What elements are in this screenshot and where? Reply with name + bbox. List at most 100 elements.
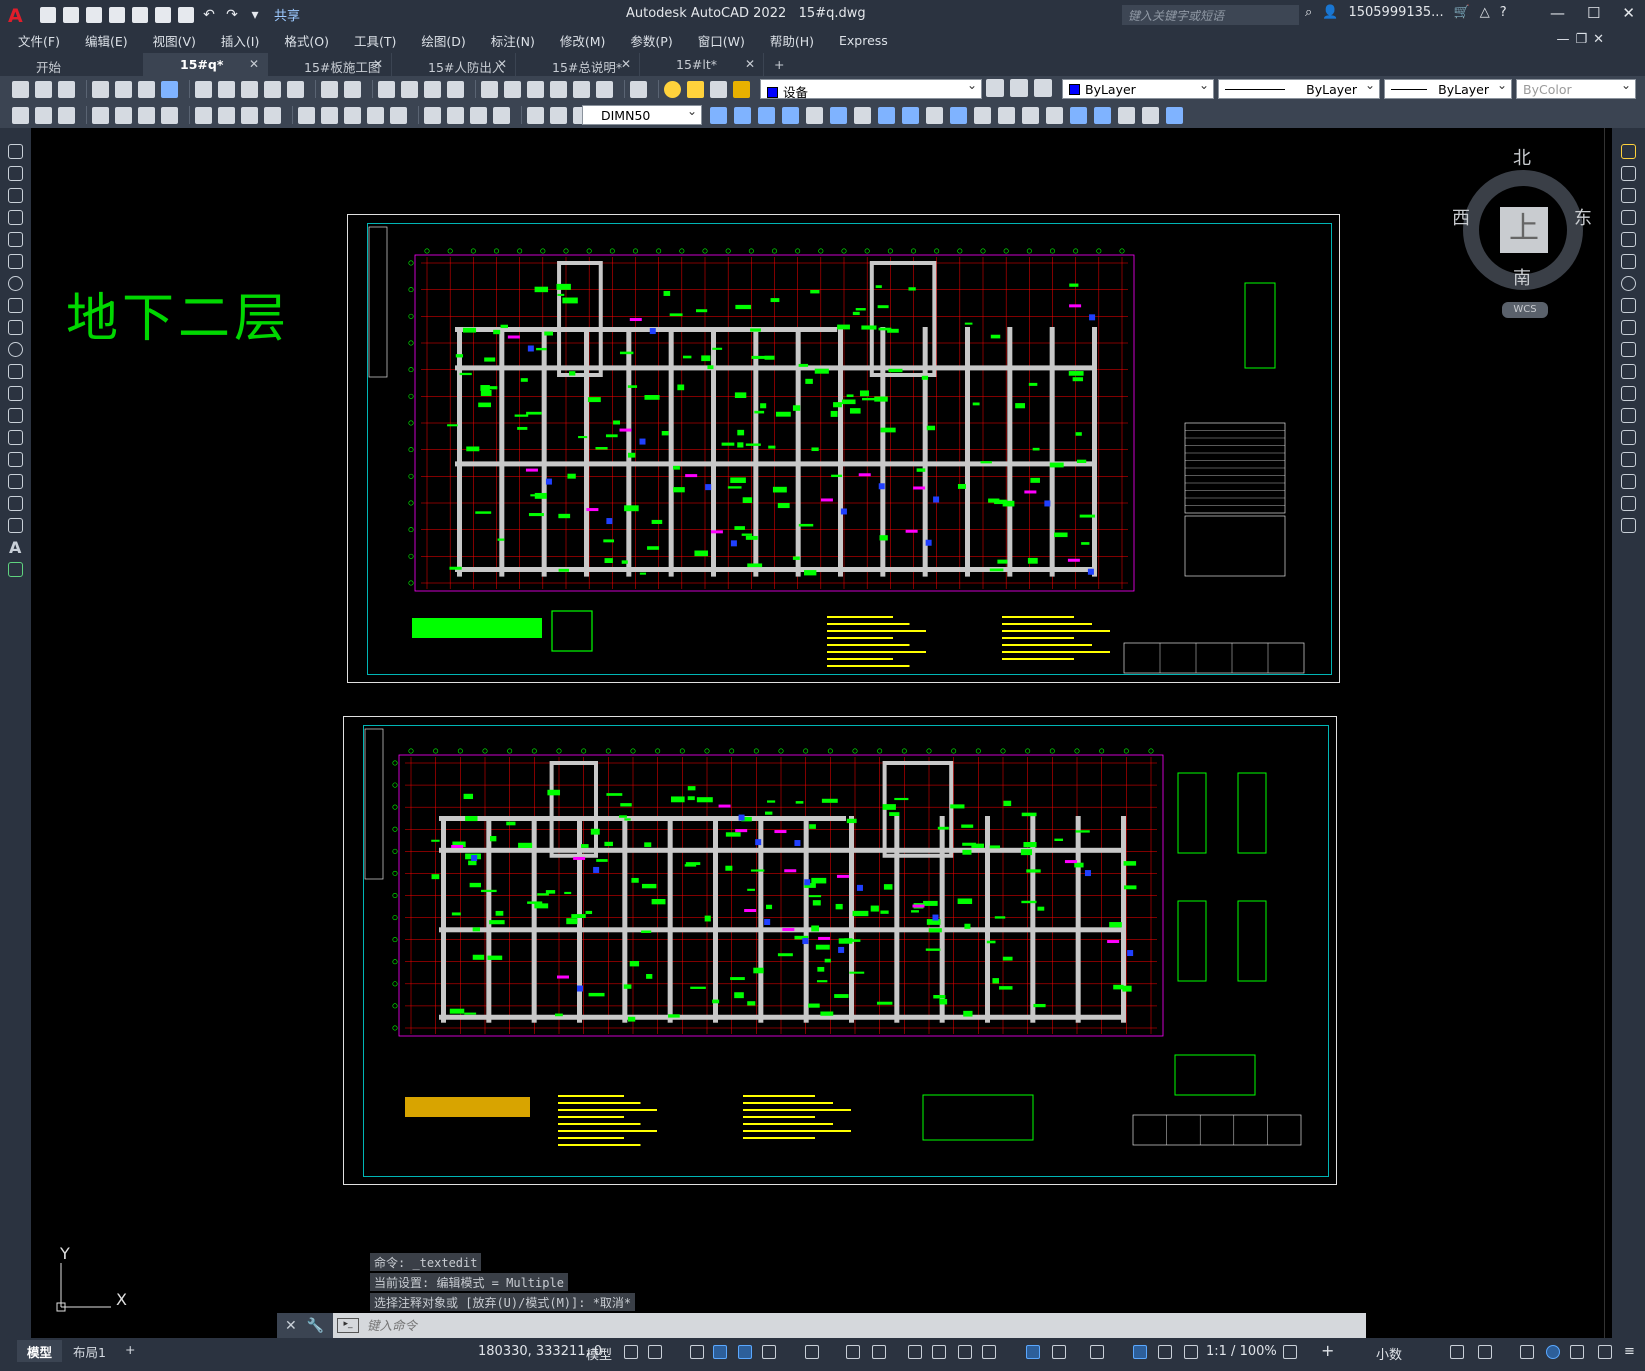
gizmo-icon[interactable] bbox=[1090, 1345, 1104, 1359]
sheet-set-icon[interactable] bbox=[550, 80, 567, 98]
move-icon[interactable] bbox=[1621, 254, 1636, 269]
scale-icon[interactable] bbox=[1621, 298, 1636, 313]
menu-parametric[interactable]: 参数(P) bbox=[630, 31, 672, 50]
array-icon[interactable] bbox=[1621, 232, 1636, 247]
dimension-text-edit-icon[interactable] bbox=[550, 106, 567, 124]
drawing-canvas[interactable]: 地下二层 上 北 南 东 西 WCS 命令: _textedit 当前设置: 编… bbox=[31, 128, 1604, 1338]
undo-icon[interactable]: ↶ bbox=[201, 7, 217, 23]
radius-dimension-icon[interactable] bbox=[195, 106, 212, 124]
explode-icon[interactable] bbox=[1621, 518, 1636, 533]
publish-icon[interactable] bbox=[138, 80, 155, 98]
inspection-icon[interactable] bbox=[470, 106, 487, 124]
tool-palettes-icon[interactable] bbox=[527, 80, 544, 98]
markup-icon[interactable] bbox=[573, 80, 590, 98]
break-icon[interactable] bbox=[1621, 408, 1636, 423]
close-tab-icon[interactable]: ✕ bbox=[621, 57, 631, 71]
new-icon[interactable] bbox=[12, 80, 29, 98]
polygon-icon[interactable] bbox=[8, 210, 23, 225]
customization-icon[interactable] bbox=[1598, 1345, 1612, 1359]
tab-15q[interactable]: 15#q* ✕ bbox=[144, 53, 268, 76]
open-file-icon[interactable] bbox=[63, 6, 79, 23]
copy-icon[interactable] bbox=[218, 80, 235, 98]
cursor-coordinates[interactable]: 180330, 333211, 0 bbox=[478, 1344, 602, 1359]
spline-icon[interactable] bbox=[8, 320, 23, 335]
tolerance-icon[interactable] bbox=[424, 106, 441, 124]
properties-icon[interactable] bbox=[12, 106, 29, 124]
trim-icon[interactable] bbox=[1621, 342, 1636, 357]
construction-line-icon[interactable] bbox=[8, 166, 23, 181]
object-snap-icon[interactable] bbox=[872, 1345, 886, 1359]
polyline-icon[interactable] bbox=[8, 188, 23, 203]
tab-15lt[interactable]: 15#lt* ✕ bbox=[640, 53, 764, 76]
layer-viewport-icon[interactable] bbox=[710, 80, 727, 98]
3d-dwf-icon[interactable] bbox=[161, 80, 178, 98]
polar-tracking-icon[interactable] bbox=[762, 1345, 776, 1359]
customize-icon[interactable]: 🔧 bbox=[307, 1318, 324, 1334]
menu-insert[interactable]: 插入(I) bbox=[221, 31, 259, 50]
status-bar-menu-icon[interactable]: ≡ bbox=[1624, 1344, 1635, 1359]
vertical-scrollbar[interactable] bbox=[1604, 128, 1612, 1338]
table-icon[interactable] bbox=[8, 518, 23, 533]
plot-icon[interactable] bbox=[178, 6, 194, 23]
dimstyle-icon[interactable] bbox=[710, 107, 727, 124]
menu-view[interactable]: 视图(V) bbox=[153, 31, 196, 50]
menu-draw[interactable]: 绘图(D) bbox=[421, 31, 465, 50]
layer-properties-icon[interactable] bbox=[35, 106, 52, 124]
user-name[interactable]: 1505999135... bbox=[1348, 5, 1443, 20]
ellipse-icon[interactable] bbox=[8, 342, 23, 357]
floor-plan-2[interactable] bbox=[363, 725, 1329, 1177]
delete-faces-icon[interactable] bbox=[878, 107, 895, 124]
annotation-scale-icon[interactable] bbox=[1184, 1345, 1198, 1359]
center-mark-icon[interactable] bbox=[447, 106, 464, 124]
close-button[interactable]: ✕ bbox=[1622, 4, 1635, 22]
baseline-dimension-icon[interactable] bbox=[321, 106, 338, 124]
paste-icon[interactable] bbox=[241, 80, 258, 98]
design-center-icon[interactable] bbox=[504, 80, 521, 98]
menu-window[interactable]: 窗口(W) bbox=[698, 31, 745, 50]
redo-icon[interactable] bbox=[344, 80, 361, 98]
cart-icon[interactable]: 🛒 bbox=[1454, 5, 1470, 20]
customize-dropdown-icon[interactable]: ▾ bbox=[247, 7, 263, 23]
tab-slab-drawing[interactable]: 15#板施工图*✕ bbox=[268, 53, 392, 91]
slice-icon[interactable] bbox=[1142, 107, 1159, 124]
isolate-objects-icon[interactable] bbox=[1520, 1345, 1534, 1359]
selection-filter-icon[interactable] bbox=[1052, 1345, 1066, 1359]
save-icon[interactable] bbox=[86, 6, 102, 23]
zoom-realtime-icon[interactable] bbox=[401, 80, 418, 98]
new-tab-button[interactable]: + bbox=[764, 53, 794, 76]
new-file-icon[interactable] bbox=[40, 6, 56, 23]
break-at-point-icon[interactable] bbox=[1621, 386, 1636, 401]
mirror-icon[interactable] bbox=[1621, 188, 1636, 203]
document-window-controls[interactable]: —❐✕ bbox=[1556, 32, 1610, 47]
viewcube-north-label[interactable]: 北 bbox=[1513, 144, 1531, 170]
minimize-button[interactable]: — bbox=[1550, 4, 1565, 22]
move-faces-icon[interactable] bbox=[830, 107, 847, 124]
annotation-scale-value[interactable]: 1:1 / 100% bbox=[1206, 1344, 1277, 1359]
model-tab[interactable]: 模型 bbox=[17, 1340, 63, 1362]
annotation-visibility-icon[interactable] bbox=[1133, 1345, 1147, 1359]
recent-commands-icon[interactable]: ▸_ bbox=[337, 1318, 359, 1333]
layer-states-icon[interactable] bbox=[1034, 79, 1052, 97]
cut-icon[interactable] bbox=[195, 80, 212, 98]
intersect-icon[interactable] bbox=[782, 107, 799, 124]
wcs-menu[interactable]: WCS bbox=[1502, 302, 1548, 318]
menu-format[interactable]: 格式(O) bbox=[284, 31, 329, 50]
linear-dimension-icon[interactable] bbox=[92, 106, 109, 124]
menu-help[interactable]: 帮助(H) bbox=[770, 31, 814, 50]
offset-icon[interactable] bbox=[1621, 210, 1636, 225]
dimension-style-dropdown[interactable]: DIMN50 bbox=[582, 104, 702, 125]
object-snap-tracking-icon[interactable] bbox=[846, 1345, 860, 1359]
arc-length-icon[interactable] bbox=[138, 106, 155, 124]
subtract-icon[interactable] bbox=[758, 107, 775, 124]
clean-icon[interactable] bbox=[1022, 107, 1039, 124]
diameter-dimension-icon[interactable] bbox=[241, 106, 258, 124]
plot-preview-icon[interactable] bbox=[115, 80, 132, 98]
rotate-icon[interactable] bbox=[1621, 276, 1636, 291]
interfere-icon[interactable] bbox=[1166, 107, 1183, 124]
help-icon[interactable] bbox=[630, 80, 647, 98]
blend-curves-icon[interactable] bbox=[1621, 496, 1636, 511]
autocad-logo-icon[interactable]: A bbox=[8, 5, 26, 27]
jogged-dimension-icon[interactable] bbox=[218, 106, 235, 124]
gradient-icon[interactable] bbox=[8, 474, 23, 489]
linetype-dropdown[interactable]: ByLayer bbox=[1218, 78, 1380, 99]
